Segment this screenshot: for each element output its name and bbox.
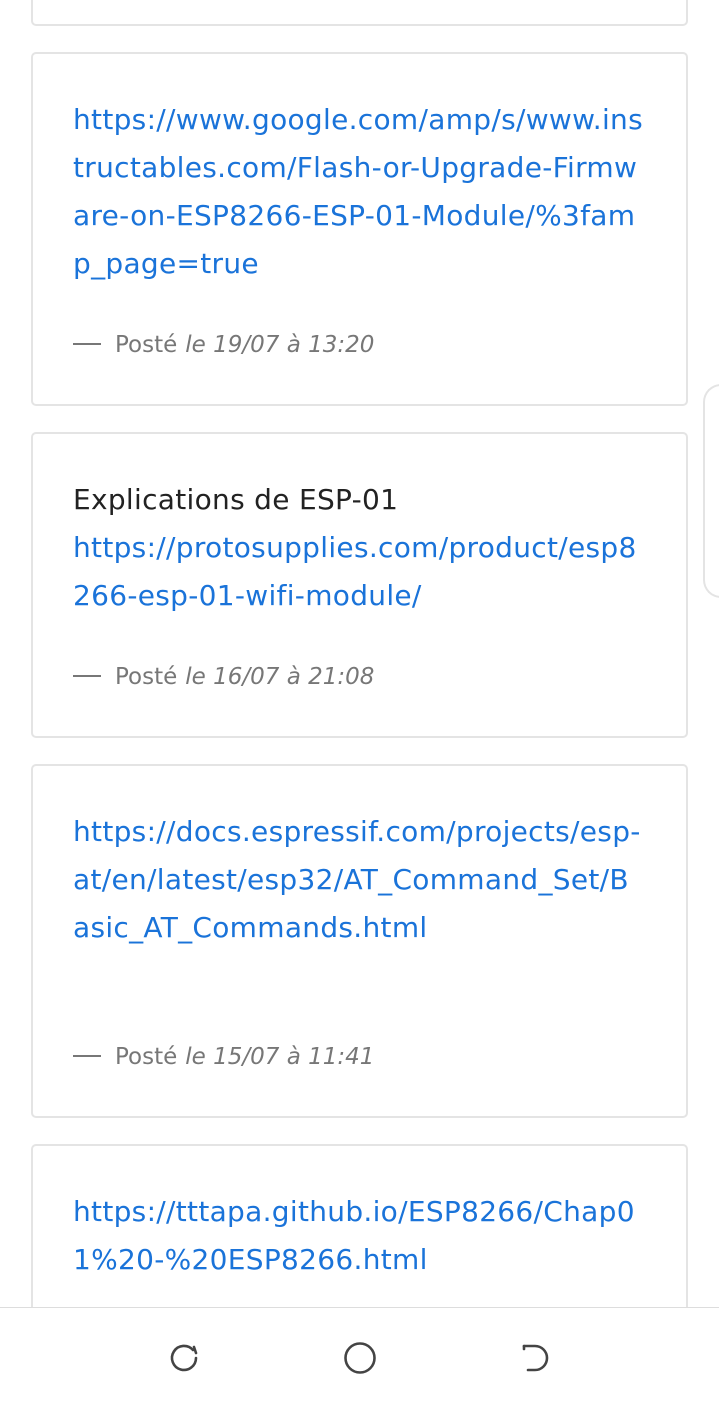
post-date[interactable]: le 15/07 à 11:41 <box>185 1044 374 1070</box>
post-body: Explications de ESP-01 https://protosupp… <box>73 476 646 620</box>
post-body: https://www.google.com/amp/s/www.instruc… <box>73 96 646 288</box>
post-body: https://docs.espressif.com/projects/esp-… <box>73 808 646 952</box>
home-icon <box>344 1342 376 1374</box>
post-card: https://www.google.com/amp/s/www.instruc… <box>31 52 688 406</box>
post-card: Explications de ESP-01 https://protosupp… <box>31 432 688 738</box>
post-meta: Posté le 15/07 à 11:41 <box>73 1042 374 1072</box>
post-date[interactable]: le 16/07 à 21:08 <box>185 664 374 690</box>
system-navigation-bar <box>0 1307 719 1403</box>
posted-label: Posté <box>115 1044 178 1070</box>
back-icon <box>522 1344 549 1372</box>
post-link[interactable]: https://docs.espressif.com/projects/esp-… <box>73 808 646 952</box>
side-drawer-handle[interactable] <box>703 384 719 598</box>
posted-label: Posté <box>115 332 178 358</box>
post-text: Explications de ESP-01 <box>73 483 399 516</box>
post-link[interactable]: https://tttapa.github.io/ESP8266/Chap01%… <box>73 1188 646 1284</box>
page: https://www.google.com/amp/s/www.instruc… <box>0 0 719 1403</box>
post-card-partial <box>31 0 688 26</box>
post-card: https://docs.espressif.com/projects/esp-… <box>31 764 688 1118</box>
post-meta: Posté le 19/07 à 13:20 <box>73 330 374 360</box>
dash-icon <box>73 674 101 677</box>
back-button[interactable] <box>516 1338 556 1378</box>
post-meta: Posté le 16/07 à 21:08 <box>73 662 374 692</box>
dash-icon <box>73 1054 101 1057</box>
dash-icon <box>73 342 101 345</box>
post-date[interactable]: le 19/07 à 13:20 <box>185 332 374 358</box>
post-link[interactable]: https://protosupplies.com/product/esp826… <box>73 524 646 620</box>
post-link[interactable]: https://www.google.com/amp/s/www.instruc… <box>73 96 646 288</box>
recent-apps-button[interactable] <box>164 1338 204 1378</box>
posted-label: Posté <box>115 664 178 690</box>
home-button[interactable] <box>340 1338 380 1378</box>
post-body: https://tttapa.github.io/ESP8266/Chap01%… <box>73 1188 646 1284</box>
recent-apps-icon <box>170 1344 198 1372</box>
